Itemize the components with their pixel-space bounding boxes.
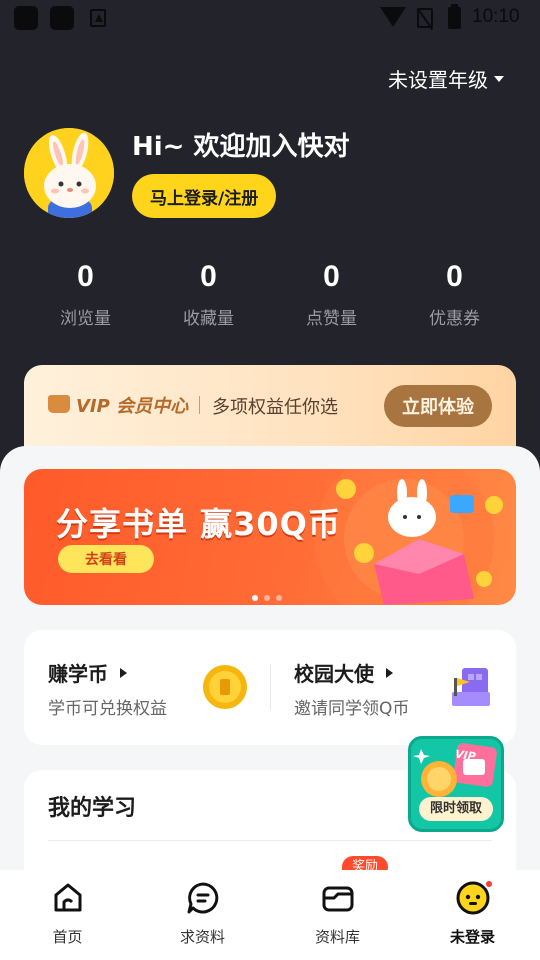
folder-icon (322, 886, 353, 912)
coin-icon (203, 665, 247, 709)
nav-label: 未登录 (449, 928, 495, 946)
nav-label: 首页 (52, 928, 83, 946)
grade-selector[interactable]: 未设置年级 (388, 64, 504, 93)
login-register-button[interactable]: 马上登录/注册 (132, 174, 277, 218)
caret-down-icon (494, 75, 504, 82)
crown-icon (48, 395, 70, 413)
stat-value: 0 (446, 260, 463, 293)
bottom-navigation: 首页 求资料 资料库 未登录 (0, 870, 540, 960)
vip-title: VIP 会员中心 (76, 396, 189, 417)
promo-title: 分享书单 赢30Q币 (56, 505, 341, 543)
status-time: 10:10 (472, 6, 520, 27)
reward-title: 赚学币 (48, 658, 127, 687)
reward-subtitle: 学币可兑换权益 (48, 699, 167, 719)
earn-coins-entry[interactable]: 赚学币 学币可兑换权益 (24, 630, 270, 745)
arrow-right-icon (120, 667, 127, 678)
home-icon (54, 883, 81, 912)
notification-dot (484, 879, 494, 889)
vip-badge-text: VIP (454, 747, 477, 764)
nav-library[interactable]: 资料库 (270, 870, 405, 960)
avatar[interactable] (24, 128, 114, 218)
greeting-text: Hi~ 欢迎加入快对 (132, 132, 350, 162)
nav-label: 求资料 (179, 928, 225, 946)
limited-offer-label: 限时领取 (419, 797, 493, 821)
flag-building-icon (452, 668, 490, 706)
nav-home[interactable]: 首页 (0, 870, 135, 960)
reward-title-text: 校园大使 (294, 662, 374, 686)
carousel-dot (264, 595, 270, 601)
stat-label: 浏览量 (60, 309, 111, 329)
status-bar: 10:10 (0, 0, 540, 36)
chat-icon (187, 882, 218, 914)
bunny-avatar-icon (24, 128, 114, 218)
rewards-card: 赚学币 学币可兑换权益 校园大使 邀请同学领Q币 (24, 630, 516, 745)
app-notification-icon (90, 9, 106, 27)
reward-subtitle: 邀请同学领Q币 (294, 699, 410, 719)
stat-coupons[interactable]: 0 优惠券 (393, 260, 516, 340)
carousel-dot-active (252, 595, 258, 601)
nav-label: 资料库 (314, 928, 360, 946)
stat-value: 0 (323, 260, 340, 293)
divider (199, 396, 200, 414)
arrow-right-icon (386, 667, 393, 678)
stat-views[interactable]: 0 浏览量 (24, 260, 147, 340)
stat-favorites[interactable]: 0 收藏量 (147, 260, 270, 340)
stat-label: 点赞量 (306, 309, 357, 329)
notification-icon (50, 6, 74, 30)
promo-banner[interactable]: 分享书单 赢30Q币 去看看 (24, 469, 516, 605)
reward-title: 校园大使 (294, 658, 393, 687)
stat-value: 0 (200, 260, 217, 293)
reward-title-text: 赚学币 (48, 662, 108, 686)
nav-request-materials[interactable]: 求资料 (135, 870, 270, 960)
no-sim-icon (417, 8, 433, 28)
nav-profile[interactable]: 未登录 (405, 870, 540, 960)
divider (48, 840, 492, 841)
carousel-dot (276, 595, 282, 601)
stat-value: 0 (77, 260, 94, 293)
stat-label: 优惠券 (429, 309, 480, 329)
grade-selector-label: 未设置年级 (388, 68, 488, 92)
vip-try-button[interactable]: 立即体验 (384, 385, 492, 427)
promo-go-button[interactable]: 去看看 (58, 545, 154, 573)
carousel-indicator (252, 595, 282, 601)
wifi-icon (380, 7, 406, 27)
battery-icon (448, 4, 461, 29)
notification-icon (14, 6, 38, 30)
campus-ambassador-entry[interactable]: 校园大使 邀请同学领Q币 (270, 630, 516, 745)
vip-subtitle: 多项权益任你选 (212, 397, 338, 418)
limited-offer-floating-button[interactable]: VIP 限时领取 (408, 736, 504, 832)
stat-likes[interactable]: 0 点赞量 (270, 260, 393, 340)
section-title: 我的学习 (48, 796, 137, 821)
user-stats: 0 浏览量 0 收藏量 0 点赞量 0 优惠券 (24, 260, 516, 340)
stat-label: 收藏量 (183, 309, 234, 329)
